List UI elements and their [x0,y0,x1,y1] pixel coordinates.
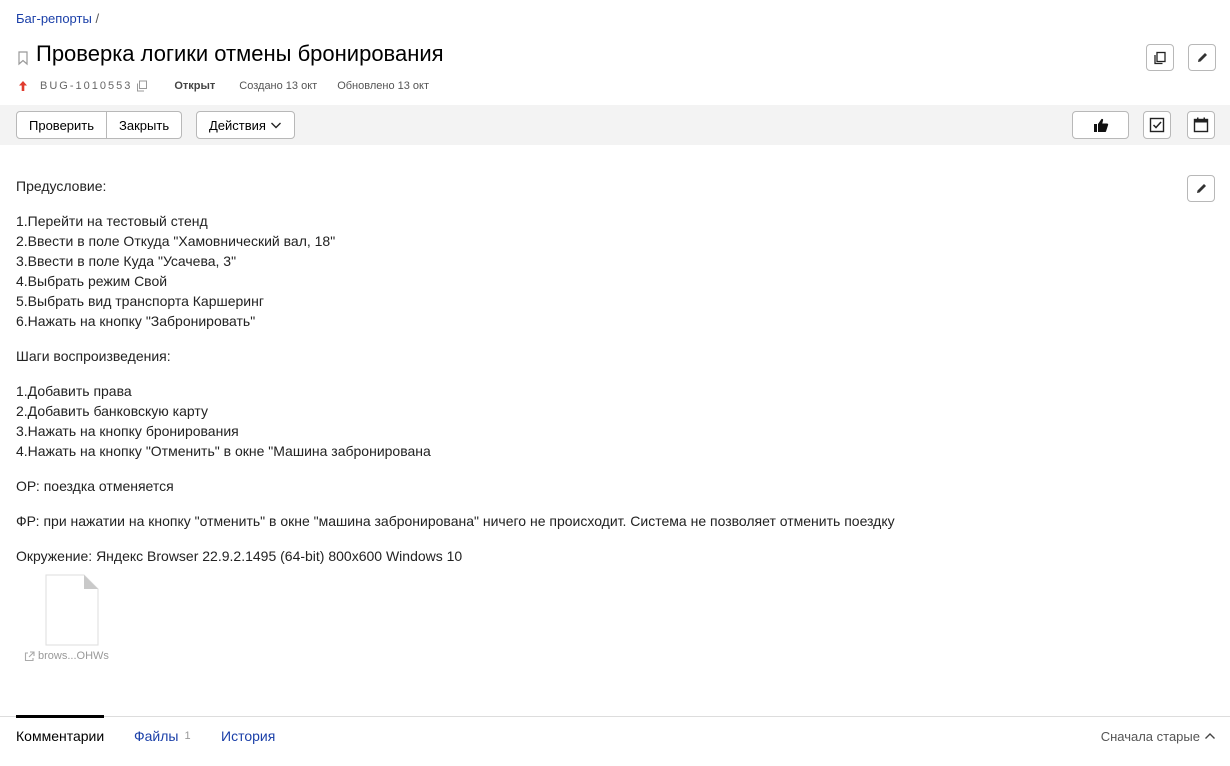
copy-key-icon[interactable] [136,80,148,92]
checkbox-icon [1149,117,1165,133]
precondition-step: 2.Ввести в поле Откуда "Хамовнический ва… [16,233,336,249]
attachment-name: brows...OHWs [38,650,109,662]
steps-header: Шаги воспроизведения: [16,348,171,364]
tab-history[interactable]: История [221,717,275,755]
check-button[interactable]: Проверить [16,111,108,139]
files-count-badge: 1 [184,730,191,742]
actual-result: ФР: при нажатии на кнопку "отменить" в о… [16,513,895,529]
pencil-icon [1197,53,1207,62]
repro-step: 4.Нажать на кнопку "Отменить" в окне "Ма… [16,443,431,459]
file-icon [45,574,99,646]
repro-step: 3.Нажать на кнопку бронирования [16,423,239,439]
breadcrumb-link-bug-reports[interactable]: Баг-репорты [16,11,92,26]
precondition-step: 1.Перейти на тестовый стенд [16,213,208,229]
activity-tabs: Комментарии Файлы 1 История Сначала стар… [0,715,1230,766]
actions-label: Действия [209,117,266,133]
thumbs-up-icon [1093,118,1108,132]
sort-label: Сначала старые [1100,728,1200,744]
like-button[interactable] [1072,111,1129,139]
tab-history-label: История [221,728,276,744]
toolbar: Проверить Закрыть Действия [0,105,1230,145]
precondition-step: 4.Выбрать режим Свой [16,273,168,289]
issue-key: BUG-1010553 [40,80,133,92]
pencil-icon [1196,184,1206,193]
issue-description: Предусловие: 1.Перейти на тестовый стенд… [16,176,895,566]
tab-comments-label: Комментарии [16,727,105,744]
attachment-name-row: brows...OHWs [24,650,118,662]
created-date: Создано 13 окт [239,80,318,92]
expected-result: ОР: поездка отменяется [16,478,174,494]
close-button[interactable]: Закрыть [107,111,183,139]
top-actions [1146,44,1216,71]
tab-comments[interactable]: Комментарии [16,715,104,753]
calendar-button[interactable] [1187,111,1215,139]
edit-title-button[interactable] [1188,44,1216,71]
environment: Окружение: Яндекс Browser 22.9.2.1495 (6… [16,548,463,564]
copy-icon [1154,51,1166,64]
repro-step: 1.Добавить права [16,383,132,399]
precondition-step: 5.Выбрать вид транспорта Каршеринг [16,293,264,309]
updated-date: Обновлено 13 окт [337,80,430,92]
chevron-up-icon [1205,733,1215,739]
external-link-icon [24,650,35,661]
copy-issue-button[interactable] [1146,44,1174,71]
breadcrumb: Баг-репорты / [16,11,99,26]
actions-dropdown[interactable]: Действия [196,111,295,139]
issue-meta: BUG-1010553 Открыт Создано 13 окт Обновл… [18,80,429,92]
breadcrumb-separator: / [95,11,100,26]
checklist-button[interactable] [1143,111,1171,139]
tab-files-label: Файлы [134,728,179,744]
title-row: Проверка логики отмены бронирования [16,41,444,67]
edit-description-button[interactable] [1187,175,1215,202]
page-title: Проверка логики отмены бронирования [36,41,444,66]
priority-up-icon [19,81,27,91]
chevron-down-icon [270,122,281,129]
transition-button-group: Проверить Закрыть [16,111,183,139]
precondition-header: Предусловие: [16,178,107,194]
repro-step: 2.Добавить банковскую карту [16,403,208,419]
calendar-icon [1193,117,1209,133]
attachment[interactable]: brows...OHWs [24,574,118,662]
precondition-step: 3.Ввести в поле Куда "Усачева, 3" [16,253,237,269]
precondition-step: 6.Нажать на кнопку "Забронировать" [16,313,256,329]
sort-order-toggle[interactable]: Сначала старые [1101,717,1216,755]
bookmark-icon[interactable] [16,50,30,66]
status-badge[interactable]: Открыт [174,80,215,92]
tab-files[interactable]: Файлы 1 [134,717,191,755]
